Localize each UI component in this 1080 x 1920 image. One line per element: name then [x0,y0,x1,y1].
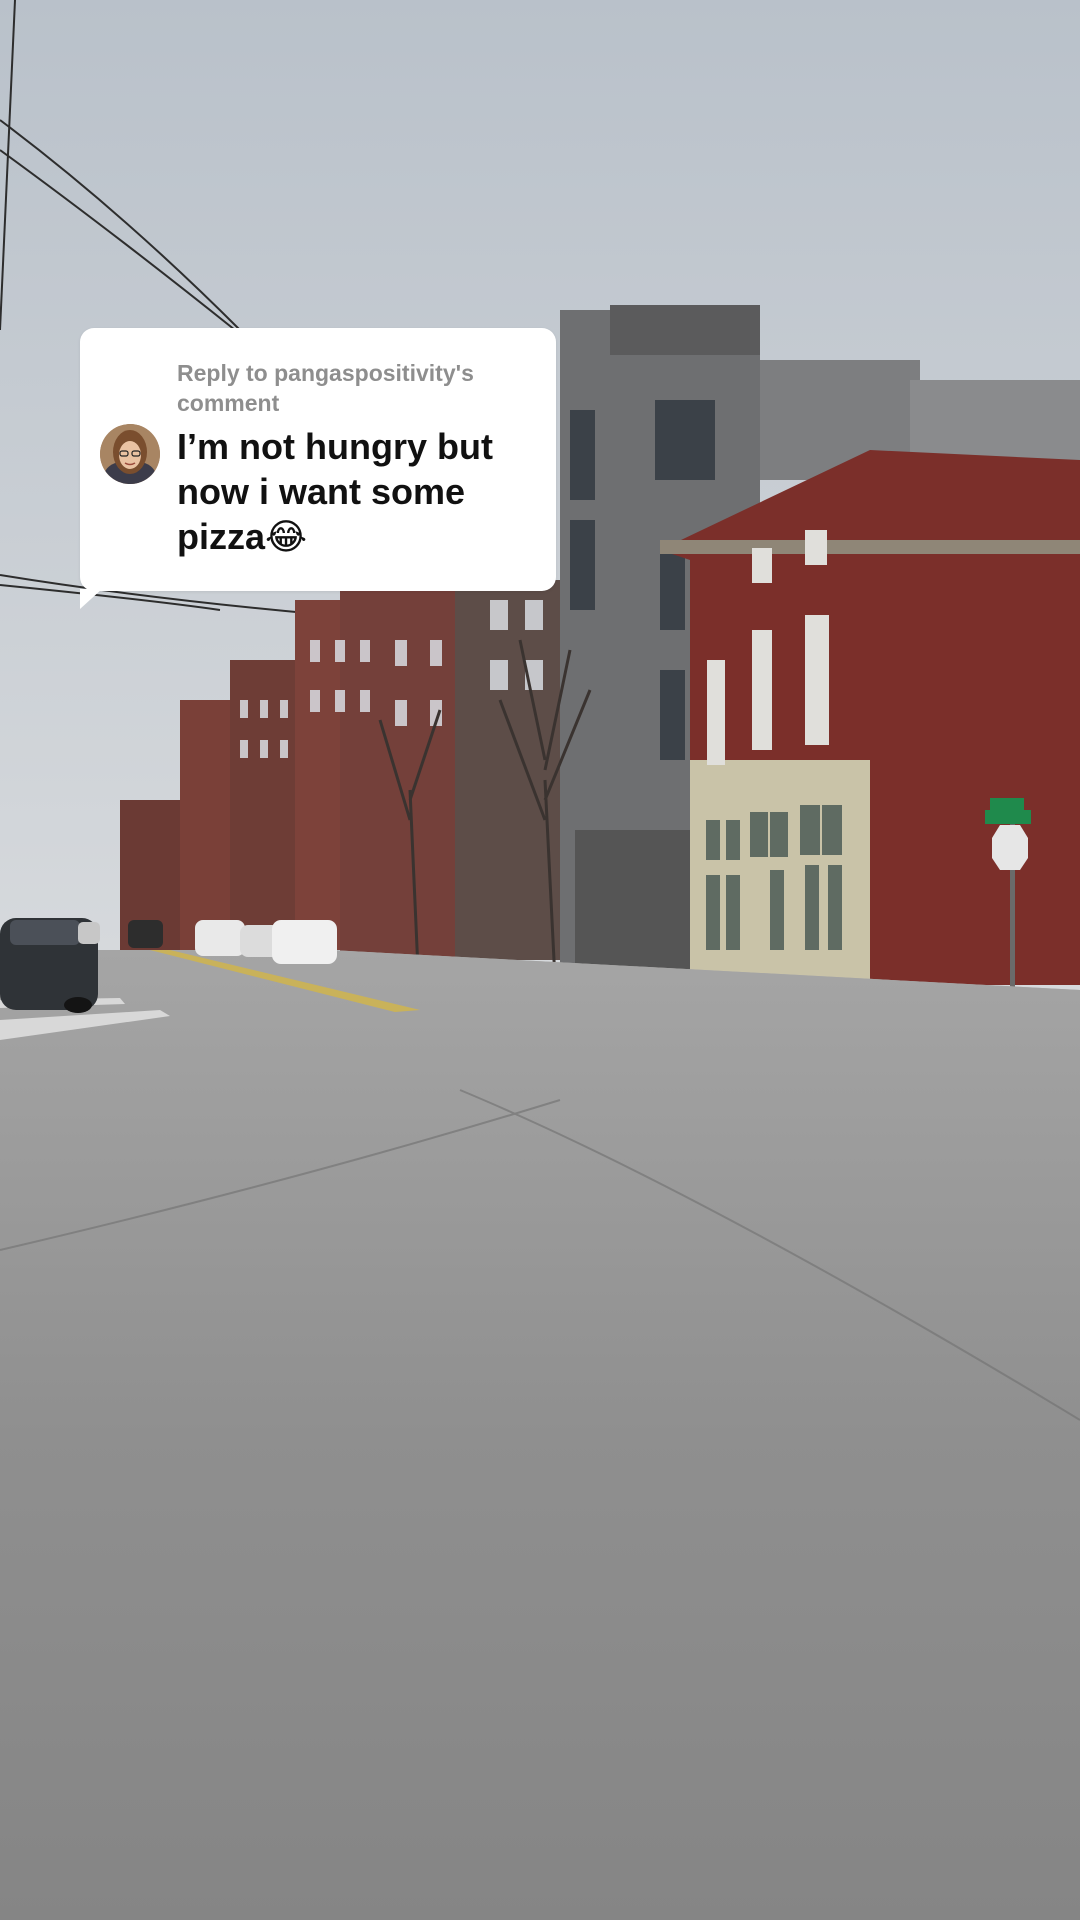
comment-text: I’m not hungry but now i want some pizza… [177,424,547,560]
comment-body: I’m not hungry but now i want some pizza [177,426,493,557]
reply-comment-card[interactable]: Reply to pangaspositivity's comment I’m … [80,328,556,609]
speech-bubble-tail [80,589,102,609]
reply-header: Reply to pangaspositivity's comment [177,360,474,416]
avatar [100,424,160,484]
brick-building [660,450,1080,985]
road [0,950,1080,1920]
avatar-image [100,424,160,484]
video-frame: Reply to pangaspositivity's comment I’m … [0,0,1080,1920]
street-scene [0,0,1080,1920]
laughing-emoji-icon: 😂 [265,517,308,558]
